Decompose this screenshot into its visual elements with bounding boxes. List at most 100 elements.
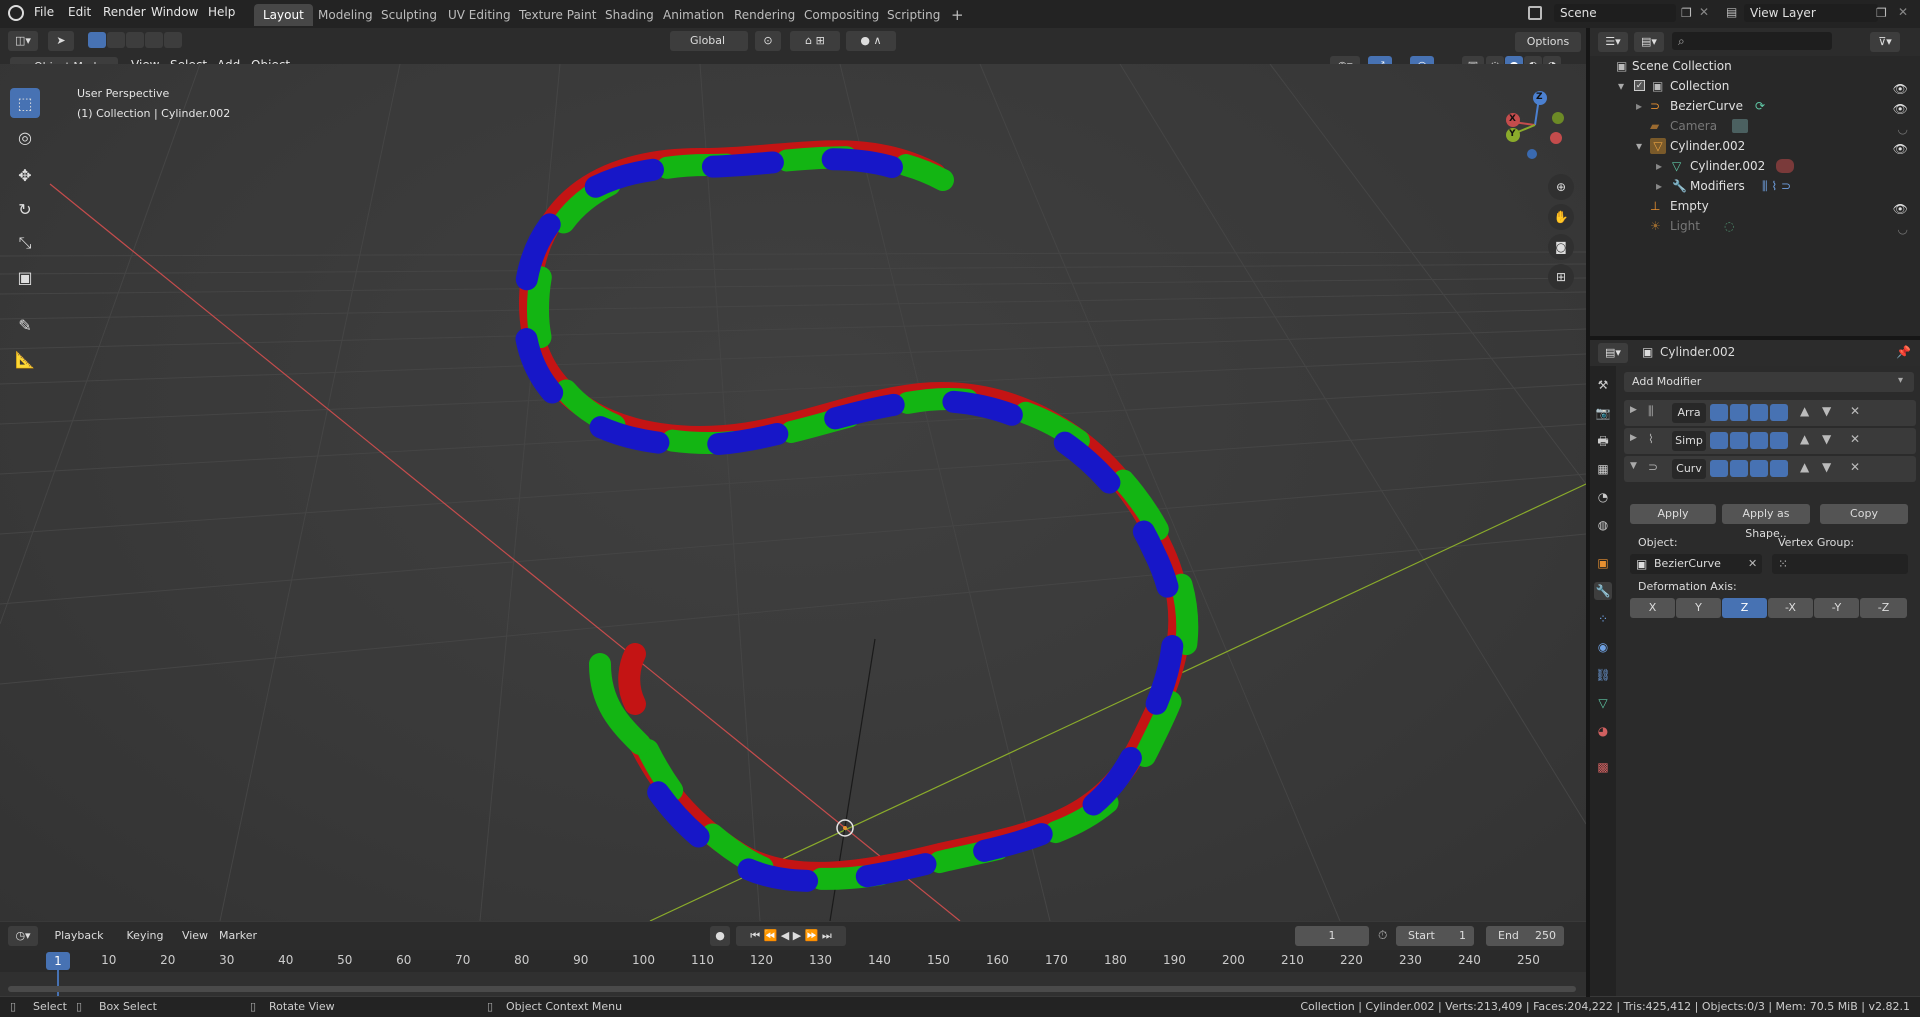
vertex-group-field[interactable] xyxy=(1772,554,1908,574)
properties-editor-icon[interactable]: ▤▾ xyxy=(1598,343,1628,363)
editor-type-icon[interactable]: ◫▾ xyxy=(8,31,38,51)
modifier-name-input[interactable]: Curv xyxy=(1672,459,1706,479)
render-display-icon[interactable] xyxy=(1750,404,1768,421)
outliner-row[interactable]: ▸ ▽ Cylinder.002 xyxy=(1590,156,1920,176)
chevron-right-icon[interactable]: ▶ xyxy=(1630,433,1637,443)
move-icon[interactable]: ✥ xyxy=(10,160,40,190)
new-scene-icon[interactable]: ❐ xyxy=(1681,6,1692,20)
axis-x-button[interactable]: X xyxy=(1630,598,1675,618)
timeline-editor-icon[interactable]: ◷▾ xyxy=(8,926,38,946)
ortho-grid-icon[interactable]: ⊞ xyxy=(1548,264,1574,290)
editmode-icon[interactable] xyxy=(1710,404,1728,421)
playhead-frame[interactable]: 1 xyxy=(46,952,70,970)
constraints-tab-icon[interactable]: ⛓ xyxy=(1594,666,1612,684)
menu-file[interactable]: File xyxy=(34,5,54,19)
output-tab-icon[interactable]: 🖶 xyxy=(1594,432,1612,450)
physics-tab-icon[interactable]: ◉ xyxy=(1594,638,1612,656)
axis-z-button[interactable]: Z xyxy=(1722,598,1767,618)
menu-help[interactable]: Help xyxy=(208,5,235,19)
end-frame-field[interactable]: End 250 xyxy=(1486,926,1564,946)
move-up-icon[interactable]: ▲ xyxy=(1800,404,1809,418)
mode-new-icon[interactable] xyxy=(88,32,106,48)
tab-animation[interactable]: Animation xyxy=(654,4,733,26)
snap-icon[interactable]: ⌂ ⊞ xyxy=(790,31,840,51)
modifier-name-input[interactable]: Simp xyxy=(1672,431,1706,451)
eye-closed-icon[interactable]: ◡ xyxy=(1898,219,1908,239)
chevron-down-icon[interactable]: ▾ xyxy=(1618,76,1624,96)
start-frame-field[interactable]: Start 1 xyxy=(1396,926,1474,946)
particles-tab-icon[interactable]: ⁘ xyxy=(1594,610,1612,628)
modifier-curve[interactable]: ▼ ⊃ Curv ▲ ▼ ✕ xyxy=(1624,456,1916,482)
menu-window[interactable]: Window xyxy=(151,5,198,19)
chevron-right-icon[interactable]: ▶ xyxy=(1630,405,1637,415)
timeline[interactable]: 10 20 30 40 50 60 70 80 90 100 110 120 130 140 150 160 1… xyxy=(0,950,1586,996)
annotate-icon[interactable]: ✎ xyxy=(10,310,40,340)
pin-icon[interactable]: 📌 xyxy=(1896,345,1911,359)
tab-modeling[interactable]: Modeling xyxy=(309,4,382,26)
apply-button[interactable]: Apply xyxy=(1630,504,1716,524)
clock-icon[interactable]: ⏱ xyxy=(1378,928,1387,943)
move-down-icon[interactable]: ▼ xyxy=(1822,460,1831,474)
orientation-dropdown[interactable]: Global xyxy=(670,31,748,51)
mode-difference-icon[interactable] xyxy=(145,32,163,48)
cursor-icon[interactable]: ◎ xyxy=(10,122,40,152)
outliner-row[interactable]: ▸ ⊃ BezierCurve ⟳ 👁 xyxy=(1590,96,1920,116)
pan-hand-icon[interactable]: ✋ xyxy=(1548,204,1574,230)
cage-icon[interactable] xyxy=(1770,432,1788,449)
outliner-row[interactable]: ☀ Light ◌ ◡ xyxy=(1590,216,1920,236)
add-workspace-button[interactable]: + xyxy=(942,4,973,26)
tab-shading[interactable]: Shading xyxy=(596,4,663,26)
viewport-display-icon[interactable] xyxy=(1730,432,1748,449)
tab-compositing[interactable]: Compositing xyxy=(795,4,888,26)
select-box-icon[interactable]: ⬚ xyxy=(10,88,40,118)
modifier-simple-deform[interactable]: ▶ ⌇ Simp ▲ ▼ ✕ xyxy=(1624,428,1916,454)
axis-neg-x-button[interactable]: -X xyxy=(1768,598,1813,618)
render-display-icon[interactable] xyxy=(1750,432,1768,449)
close-icon[interactable]: ✕ xyxy=(1898,5,1908,19)
clear-icon[interactable]: ✕ xyxy=(1748,557,1757,570)
render-display-icon[interactable] xyxy=(1750,460,1768,477)
move-down-icon[interactable]: ▼ xyxy=(1822,404,1831,418)
tab-scripting[interactable]: Scripting xyxy=(878,4,949,26)
outliner-search-input[interactable] xyxy=(1672,32,1832,50)
checkbox-icon[interactable]: ✓ xyxy=(1634,80,1645,91)
close-icon[interactable]: ✕ xyxy=(1850,460,1860,474)
measure-icon[interactable]: 📐 xyxy=(10,344,40,374)
mode-extend-icon[interactable] xyxy=(107,32,125,48)
proportional-edit-icon[interactable]: ● ∧ xyxy=(846,31,896,51)
chevron-right-icon[interactable]: ▸ xyxy=(1656,156,1662,176)
rotate-icon[interactable]: ↻ xyxy=(10,194,40,224)
texture-tab-icon[interactable]: ▩ xyxy=(1594,758,1612,776)
playback-menu[interactable]: Playback xyxy=(46,926,112,946)
chevron-right-icon[interactable]: ▸ xyxy=(1636,96,1642,116)
chevron-down-icon[interactable]: ▾ xyxy=(1636,136,1642,156)
scale-icon[interactable]: ⤡ xyxy=(10,228,40,258)
3d-viewport[interactable]: User Perspective (1) Collection | Cylind… xyxy=(0,64,1586,921)
scene-selector[interactable]: Scene xyxy=(1554,4,1676,22)
timeline-view-menu[interactable]: View xyxy=(178,926,212,946)
modifier-tab-icon[interactable]: 🔧 xyxy=(1594,582,1612,600)
mode-subtract-icon[interactable] xyxy=(126,32,144,48)
keying-menu[interactable]: Keying xyxy=(116,926,174,946)
viewport-display-icon[interactable] xyxy=(1730,404,1748,421)
frame-ruler[interactable]: 10 20 30 40 50 60 70 80 90 100 110 120 130 140 150 160 1… xyxy=(0,950,1586,972)
outliner-row[interactable]: ▾ ✓ ▣ Collection 👁 xyxy=(1590,76,1920,96)
tab-layout[interactable]: Layout xyxy=(254,4,313,26)
pivot-icon[interactable]: ⊙ xyxy=(755,31,781,51)
tool-tab-icon[interactable]: ⚒ xyxy=(1594,376,1612,394)
modifier-array[interactable]: ▶ ⫼ Arra ▲ ▼ ✕ xyxy=(1624,400,1916,426)
view-layer-selector[interactable]: View Layer xyxy=(1744,4,1878,22)
move-up-icon[interactable]: ▲ xyxy=(1800,432,1809,446)
record-icon[interactable]: ● xyxy=(710,926,730,946)
tab-sculpting[interactable]: Sculpting xyxy=(372,4,446,26)
zoom-icon[interactable]: ⊕ xyxy=(1548,174,1574,200)
move-down-icon[interactable]: ▼ xyxy=(1822,432,1831,446)
display-mode-icon[interactable]: ▤▾ xyxy=(1634,32,1664,52)
outliner-row[interactable]: ▰ Camera ◡ xyxy=(1590,116,1920,136)
camera-view-icon[interactable]: ◙ xyxy=(1548,234,1574,260)
editmode-icon[interactable] xyxy=(1710,432,1728,449)
move-up-icon[interactable]: ▲ xyxy=(1800,460,1809,474)
mode-intersect-icon[interactable] xyxy=(164,32,182,48)
object-field[interactable]: BezierCurve xyxy=(1630,554,1762,574)
apply-as-shape-button[interactable]: Apply as Shape.. xyxy=(1722,504,1810,540)
